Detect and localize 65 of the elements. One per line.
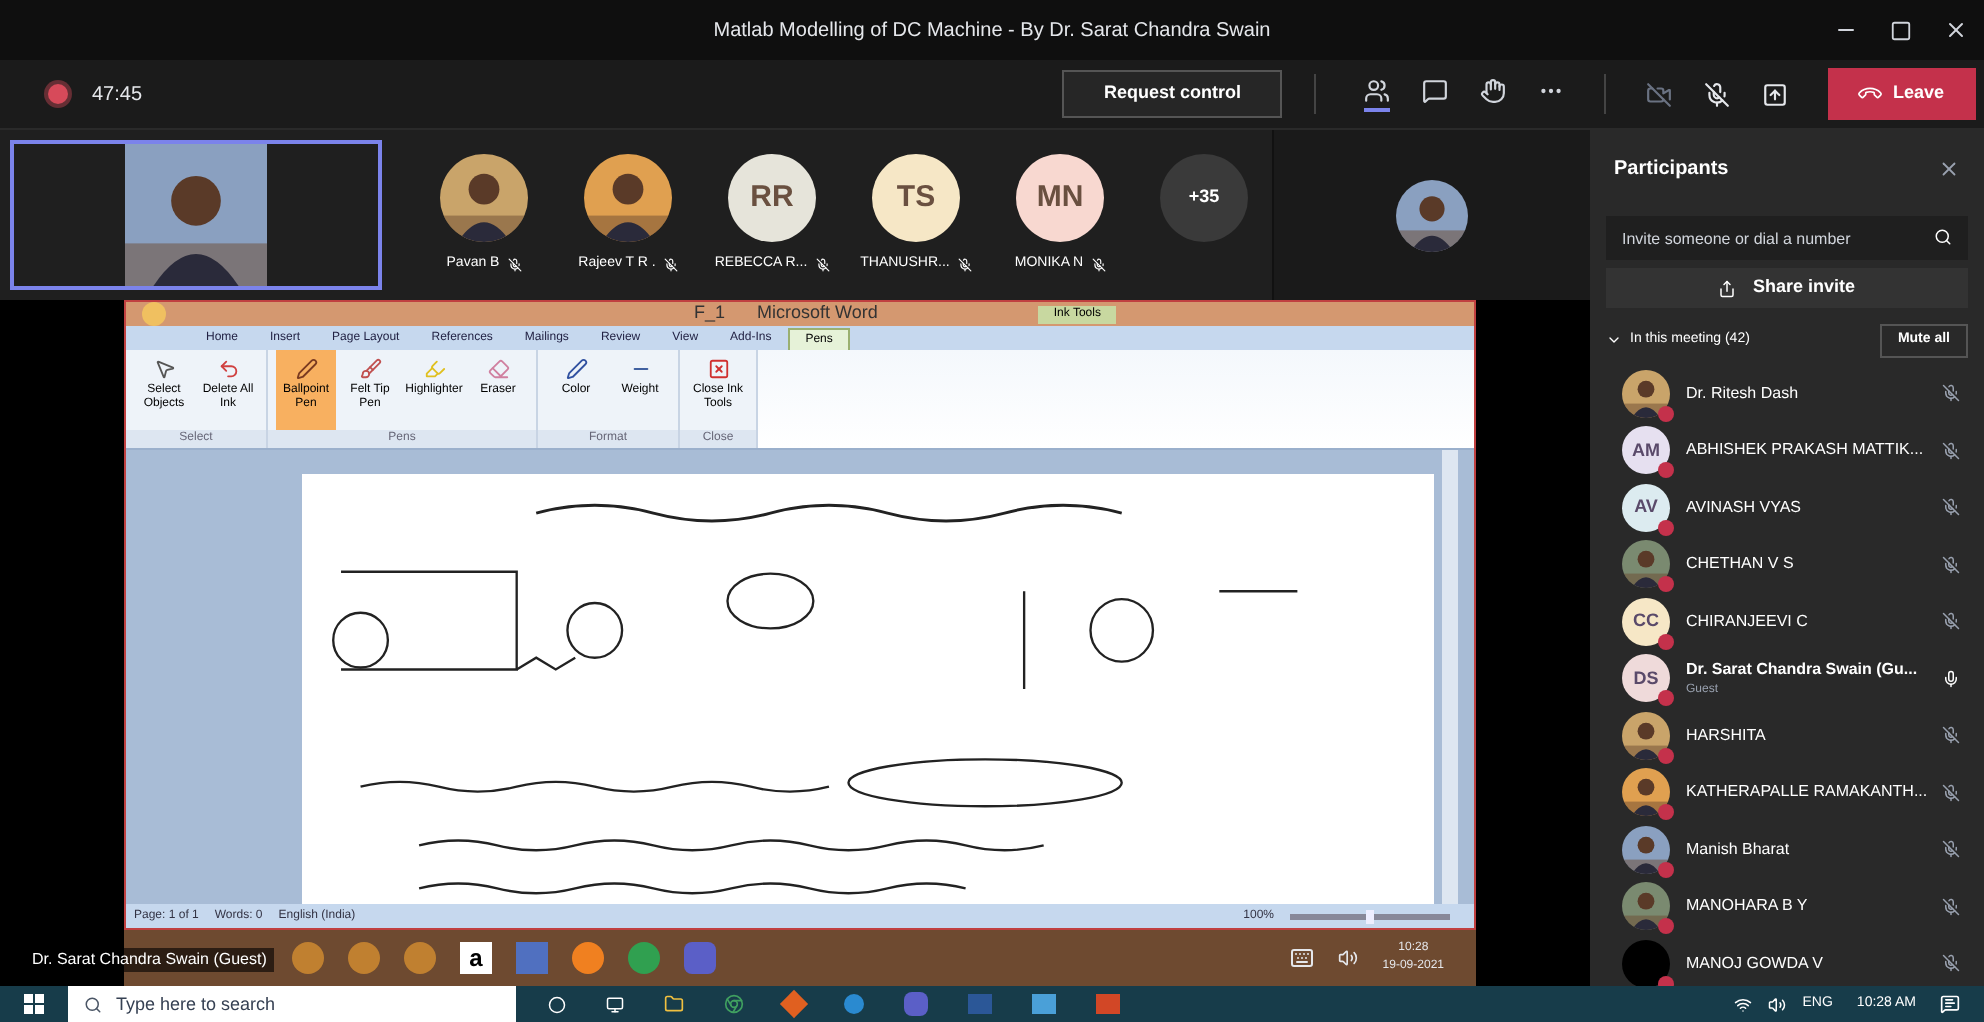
- network-icon[interactable]: [1734, 995, 1753, 1013]
- people-icon: [1364, 77, 1391, 103]
- highlighter-icon: [423, 358, 445, 380]
- windows-logo-icon[interactable]: [24, 994, 44, 1014]
- panel-title: Participants: [1614, 156, 1729, 184]
- undo-icon: [217, 358, 239, 380]
- people-button[interactable]: [1364, 77, 1391, 111]
- chat-icon: [1422, 77, 1449, 103]
- avatar: AV: [1622, 483, 1670, 532]
- search-icon: [84, 995, 102, 1013]
- invite-field[interactable]: Invite someone or dial a number: [1606, 216, 1968, 260]
- participant-name[interactable]: KATHERAPALLE RAMAKANTH...: [1686, 780, 1926, 805]
- eraser-icon: [487, 358, 509, 380]
- zoom-slider-thumb[interactable]: [1366, 909, 1374, 923]
- share-icon: [1718, 279, 1737, 297]
- avatar: TS: [872, 154, 960, 242]
- participant-name[interactable]: Dr. Ritesh Dash: [1686, 381, 1926, 406]
- volume-icon[interactable]: [1338, 948, 1359, 968]
- more-participants-badge[interactable]: +35: [1160, 154, 1248, 242]
- volume-icon[interactable]: [1768, 995, 1787, 1013]
- participant-name[interactable]: ABHISHEK PRAKASH MATTIK...: [1686, 438, 1926, 463]
- maximize-icon[interactable]: [1890, 19, 1912, 41]
- folder-icon[interactable]: [664, 994, 684, 1014]
- mic-off-icon[interactable]: [1704, 81, 1731, 107]
- app-title: Microsoft Word: [757, 300, 878, 327]
- close-icon[interactable]: [1938, 158, 1960, 180]
- brush-icon: [359, 358, 381, 380]
- request-control-button[interactable]: Request control: [1061, 70, 1283, 118]
- participant-name[interactable]: AVINASH VYAS: [1686, 495, 1926, 520]
- leave-button[interactable]: Leave: [1828, 68, 1976, 120]
- app-icon[interactable]: [844, 994, 864, 1014]
- avatar: [1622, 939, 1670, 986]
- participant-name[interactable]: HARSHITA: [1686, 723, 1926, 748]
- share-screen-icon[interactable]: [1762, 81, 1789, 107]
- avatar: CC: [1622, 597, 1670, 646]
- avatar: MN: [1016, 154, 1104, 242]
- app-icon[interactable]: [572, 942, 604, 974]
- task-view-icon[interactable]: [548, 995, 566, 1013]
- participant-name[interactable]: MANOHARA B Y: [1686, 894, 1926, 919]
- meeting-timer: 47:45: [92, 81, 143, 109]
- participant-name[interactable]: CHIRANJEEVI C: [1686, 609, 1926, 634]
- pointer-icon: [153, 358, 175, 380]
- participant-name[interactable]: Dr. Sarat Chandra Swain (Gu...: [1686, 657, 1926, 682]
- browser-icon[interactable]: [724, 994, 744, 1014]
- app-icon[interactable]: a: [460, 942, 492, 974]
- notifications-icon[interactable]: [1940, 994, 1960, 1014]
- close-icon: [707, 358, 729, 380]
- reactions-icon: [1480, 77, 1507, 103]
- avatar: AM: [1622, 426, 1670, 475]
- avatar: RR: [728, 154, 816, 242]
- close-icon[interactable]: [1944, 18, 1968, 42]
- pen-icon: [565, 358, 587, 380]
- avatar: DS: [1622, 654, 1670, 703]
- search-field[interactable]: Type here to search: [68, 986, 516, 1022]
- search-icon[interactable]: [1934, 228, 1952, 246]
- camera-off-icon[interactable]: [1646, 81, 1673, 107]
- keyboard-icon[interactable]: [1290, 946, 1315, 970]
- participant-name[interactable]: Manish Bharat: [1686, 837, 1926, 862]
- share-invite-button[interactable]: Share invite: [1606, 268, 1968, 308]
- scrollbar[interactable]: [1442, 450, 1458, 904]
- window-title: Matlab Modelling of DC Machine - By Dr. Sarat Chandra Swain: [713, 17, 1271, 45]
- participant-name[interactable]: CHETHAN V S: [1686, 552, 1926, 577]
- participant-name[interactable]: MANOJ GOWDA V: [1686, 951, 1926, 976]
- pen-icon: [295, 358, 317, 380]
- document-title: F_1: [694, 300, 726, 327]
